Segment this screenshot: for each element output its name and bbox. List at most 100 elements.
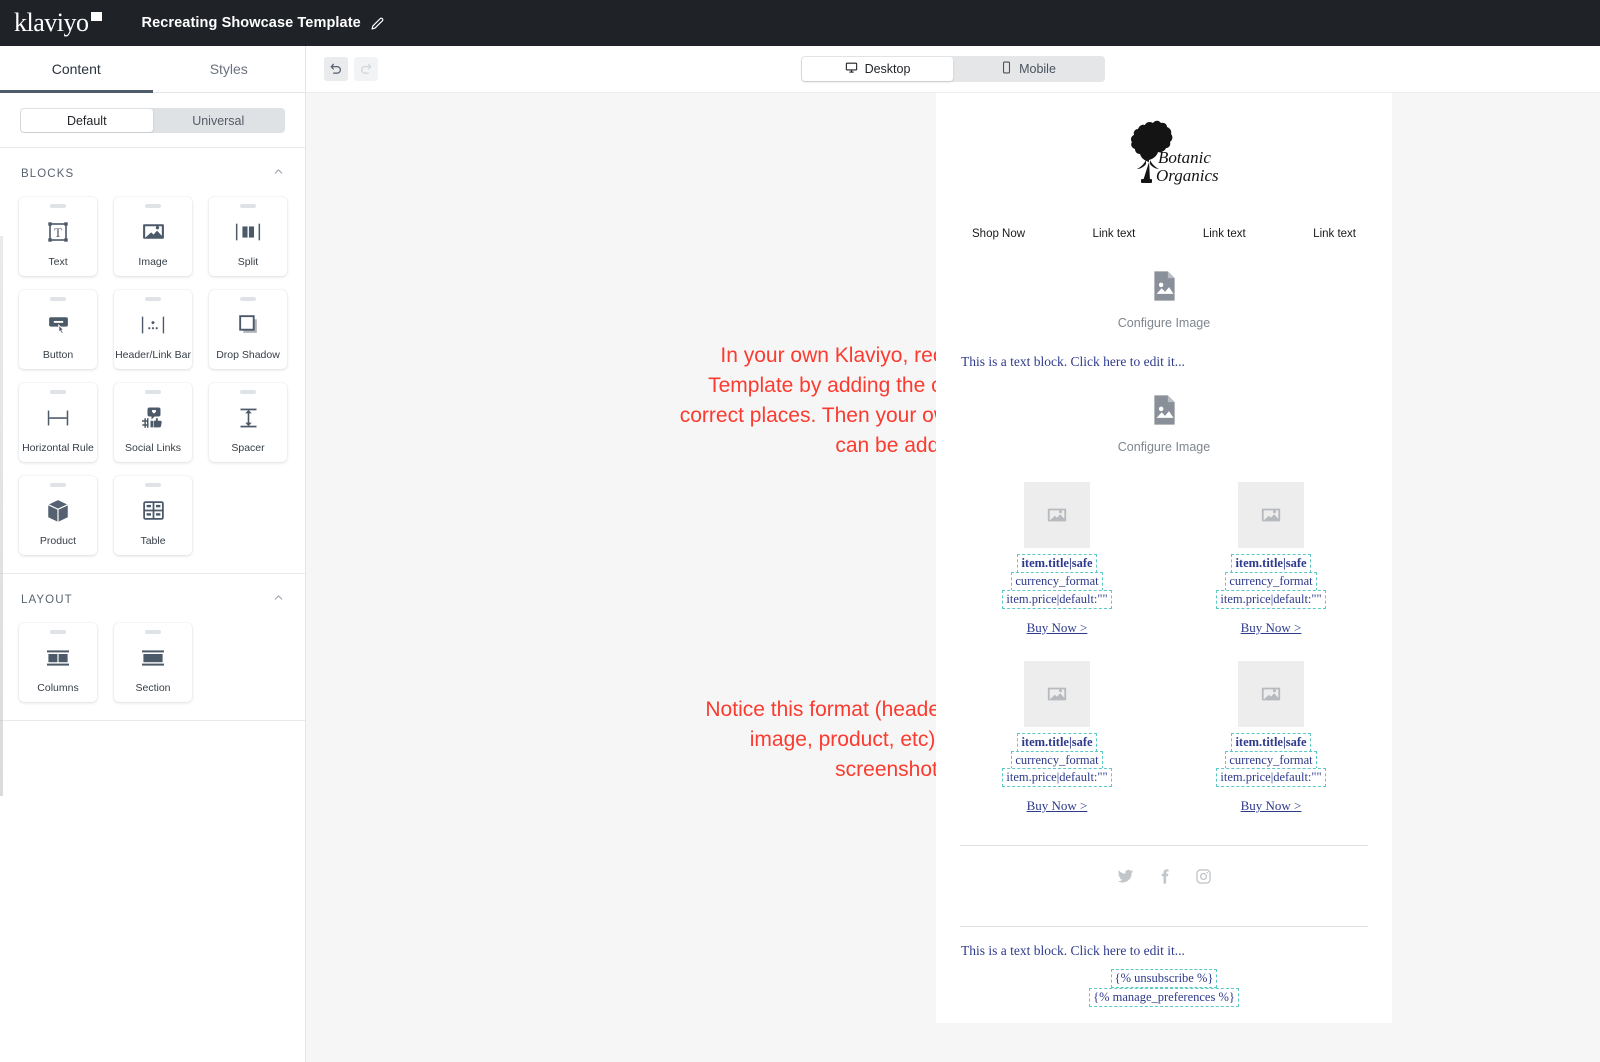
block-card-label: Drop Shadow: [216, 349, 280, 361]
undo-icon[interactable]: [324, 57, 348, 81]
email-link-shop-now[interactable]: Shop Now: [972, 228, 1025, 240]
block-card-header-link-bar[interactable]: Header/Link Bar: [114, 290, 192, 369]
tab-content[interactable]: Content: [0, 46, 153, 93]
block-card-label: Table: [140, 535, 166, 547]
editor-toolbar: Desktop Mobile: [306, 46, 1600, 93]
block-card-label: Social Links: [124, 442, 182, 454]
blocks-section-header[interactable]: BLOCKS: [0, 148, 305, 193]
block-card-label: Product: [39, 535, 77, 547]
device-mobile-button[interactable]: Mobile: [953, 57, 1104, 81]
scope-default-button[interactable]: Default: [21, 109, 153, 132]
blocks-grid: T Text Image Split Button Header/Link Ba…: [0, 193, 305, 573]
configure-image-label: Configure Image: [1117, 440, 1211, 454]
product-title-tag[interactable]: item.title|safe: [1231, 554, 1311, 573]
email-logo-block[interactable]: Botanic Organics: [950, 93, 1378, 210]
undo-redo-group: [324, 57, 378, 81]
device-desktop-button[interactable]: Desktop: [802, 57, 953, 81]
email-link-2[interactable]: Link text: [1203, 228, 1246, 240]
product-variable-tags: item.title|safe currency_format item.pri…: [1164, 732, 1378, 788]
product-currency-tag[interactable]: currency_format: [1011, 571, 1103, 591]
block-card-image[interactable]: Image: [114, 197, 192, 276]
botanic-organics-logo: Botanic Organics: [1110, 119, 1219, 200]
app-top-bar: klaviyo Recreating Showcase Template: [0, 0, 1600, 46]
editor-canvas: In your own Klaviyo, recreated Showcase …: [306, 93, 1600, 1062]
template-scope-toggle: Default Universal: [20, 108, 285, 133]
editor-main: Desktop Mobile In your own Klaviyo, recr…: [306, 46, 1600, 1062]
layout-section-header[interactable]: LAYOUT: [0, 574, 305, 619]
image-placeholder-icon: [1151, 271, 1178, 306]
product-image-placeholder[interactable]: [1024, 660, 1090, 727]
columns-icon: [45, 634, 71, 683]
sidebar-scrollbar[interactable]: [0, 236, 3, 796]
block-card-product[interactable]: Product: [19, 476, 97, 555]
product-currency-tag[interactable]: currency_format: [1011, 750, 1103, 770]
product-currency-tag[interactable]: currency_format: [1225, 750, 1317, 770]
scope-universal-button[interactable]: Universal: [153, 109, 285, 132]
klaviyo-logo[interactable]: klaviyo: [14, 10, 102, 36]
button-icon: [46, 301, 71, 350]
block-card-text[interactable]: T Text: [19, 197, 97, 276]
email-footer-text-block[interactable]: This is a text block. Click here to edit…: [950, 927, 1378, 965]
email-text-block-1[interactable]: This is a text block. Click here to edit…: [950, 340, 1378, 380]
block-card-table[interactable]: Table: [114, 476, 192, 555]
product-variable-tags: item.title|safe currency_format item.pri…: [950, 554, 1164, 609]
unsubscribe-tag[interactable]: {% unsubscribe %}: [1110, 969, 1218, 989]
product-price-tag[interactable]: item.price|default:"": [1002, 768, 1112, 788]
tab-styles[interactable]: Styles: [153, 46, 306, 92]
block-card-label: Horizontal Rule: [22, 442, 94, 454]
email-link-3[interactable]: Link text: [1313, 228, 1356, 240]
pencil-icon[interactable]: [371, 17, 384, 30]
product-title-tag[interactable]: item.title|safe: [1231, 732, 1311, 752]
product-cell[interactable]: item.title|safe currency_format item.pri…: [1164, 472, 1378, 651]
block-card-horizontal-rule[interactable]: Horizontal Rule: [19, 383, 97, 462]
twitter-icon[interactable]: [1117, 868, 1134, 890]
product-buy-now-link[interactable]: Buy Now >: [1241, 620, 1302, 636]
block-card-drop-shadow[interactable]: Drop Shadow: [209, 290, 287, 369]
product-cell[interactable]: item.title|safe currency_format item.pri…: [950, 472, 1164, 651]
block-card-social-links[interactable]: Social Links: [114, 383, 192, 462]
product-price-tag[interactable]: item.price|default:"": [1002, 589, 1112, 609]
product-buy-now-link[interactable]: Buy Now >: [1027, 798, 1088, 814]
section-icon: [140, 634, 166, 683]
product-title-tag[interactable]: item.title|safe: [1017, 732, 1097, 752]
blocks-section-label: BLOCKS: [21, 168, 75, 180]
product-image-placeholder[interactable]: [1238, 660, 1304, 727]
manage-preferences-tag[interactable]: {% manage_preferences %}: [1089, 988, 1239, 1007]
product-variable-tags: item.title|safe currency_format item.pri…: [950, 732, 1164, 788]
product-image-placeholder[interactable]: [1238, 482, 1304, 548]
product-buy-now-link[interactable]: Buy Now >: [1027, 620, 1088, 636]
email-header-link-bar[interactable]: Shop Now Link text Link text Link text: [950, 210, 1378, 256]
instagram-icon[interactable]: [1195, 868, 1212, 890]
configure-image-label: Configure Image: [1117, 316, 1211, 330]
product-title-tag[interactable]: item.title|safe: [1017, 554, 1097, 573]
product-price-tag[interactable]: item.price|default:"": [1216, 589, 1326, 609]
product-buy-now-link[interactable]: Buy Now >: [1241, 798, 1302, 814]
social-links-icon: [140, 394, 166, 443]
layout-card-columns[interactable]: Columns: [19, 623, 97, 702]
block-card-button[interactable]: Button: [19, 290, 97, 369]
email-image-block-1[interactable]: Configure Image: [950, 256, 1378, 340]
svg-text:T: T: [54, 225, 62, 240]
device-preview-toggle: Desktop Mobile: [801, 56, 1105, 82]
product-currency-tag[interactable]: currency_format: [1225, 571, 1317, 591]
chevron-up-icon[interactable]: [272, 591, 285, 609]
template-scope-toggle-wrap: Default Universal: [0, 93, 305, 147]
email-preview: Botanic Organics Shop Now Link text Link…: [936, 93, 1392, 1023]
table-icon: [141, 487, 166, 536]
layout-card-section[interactable]: Section: [114, 623, 192, 702]
block-card-label: Split: [237, 256, 259, 268]
facebook-icon[interactable]: [1156, 868, 1173, 890]
block-card-split[interactable]: Split: [209, 197, 287, 276]
email-link-1[interactable]: Link text: [1093, 228, 1136, 240]
email-product-grid: item.title|safe currency_format item.pri…: [950, 464, 1378, 831]
redo-icon[interactable]: [354, 57, 378, 81]
email-social-links[interactable]: [950, 846, 1378, 912]
chevron-up-icon[interactable]: [272, 165, 285, 183]
product-cell[interactable]: item.title|safe currency_format item.pri…: [1164, 651, 1378, 830]
product-price-tag[interactable]: item.price|default:"": [1216, 768, 1326, 788]
email-image-block-2[interactable]: Configure Image: [950, 380, 1378, 464]
product-image-placeholder[interactable]: [1024, 482, 1090, 548]
block-card-spacer[interactable]: Spacer: [209, 383, 287, 462]
product-cell[interactable]: item.title|safe currency_format item.pri…: [950, 651, 1164, 830]
phone-icon: [1001, 61, 1012, 77]
